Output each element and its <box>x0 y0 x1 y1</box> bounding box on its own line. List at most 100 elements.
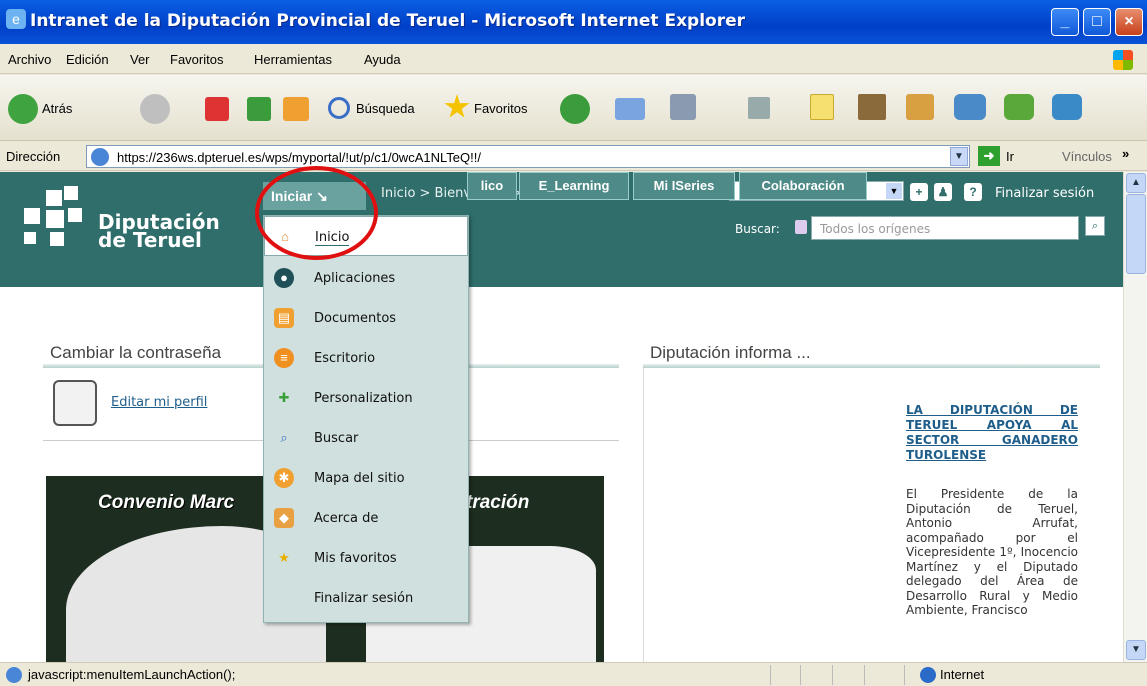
tab-publico[interactable]: lico <box>467 172 517 200</box>
menu-item-finalizar[interactable]: Finalizar sesión <box>264 578 468 618</box>
chevron-down-icon[interactable]: ▼ <box>950 147 968 166</box>
search-icon[interactable] <box>328 97 350 119</box>
contacts-icon[interactable] <box>1052 94 1082 120</box>
tab-colaboracion[interactable]: Colaboración <box>739 172 867 200</box>
favorites-star-icon[interactable] <box>444 94 470 118</box>
menu-ayuda[interactable]: Ayuda <box>364 52 401 67</box>
scroll-up-icon[interactable]: ▲ <box>1126 173 1146 193</box>
people-icon[interactable]: ♟ <box>934 183 952 201</box>
refresh-icon[interactable] <box>247 97 271 121</box>
news-body: El Presidente de la Diputación de Teruel… <box>906 487 1078 617</box>
windows-logo-icon <box>1113 50 1133 70</box>
maximize-button[interactable]: □ <box>1083 8 1111 36</box>
menu-ver[interactable]: Ver <box>130 52 150 67</box>
address-bar: Dirección https://236ws.dpteruel.es/wps/… <box>0 142 1147 171</box>
banner-text-left: Convenio Marc <box>98 492 235 513</box>
internet-globe-icon <box>920 667 936 683</box>
menu-herramientas[interactable]: Herramientas <box>254 52 332 67</box>
menu-item-label: Aplicaciones <box>314 271 396 286</box>
portal-header: Diputación de Teruel Iniciar ↘ Inicio > … <box>0 172 1123 287</box>
tab-mi-iseries[interactable]: Mi ISeries <box>633 172 735 200</box>
go-arrow-icon[interactable]: ➜ <box>978 146 1000 166</box>
menu-item-label: Escritorio <box>314 351 376 366</box>
address-label: Dirección <box>6 149 61 164</box>
news-headline-link[interactable]: LA DIPUTACIÓN DE TERUEL APOYA AL SECTOR … <box>906 403 1078 463</box>
back-arrow-icon[interactable] <box>8 94 38 124</box>
menu-item-buscar[interactable]: ⌕ Buscar <box>264 418 468 458</box>
menu-item-aplicaciones[interactable]: ● Aplicaciones <box>264 258 468 298</box>
menu-item-label: Mapa del sitio <box>314 471 405 486</box>
menu-item-acerca[interactable]: ◆ Acerca de <box>264 498 468 538</box>
favorites-icon: ★ <box>278 550 290 565</box>
logout-link[interactable]: Finalizar sesión <box>995 186 1094 201</box>
stop-icon[interactable] <box>205 97 229 121</box>
chevron-down-icon[interactable]: ▼ <box>886 183 902 199</box>
scroll-down-icon[interactable]: ▼ <box>1126 640 1146 660</box>
close-button[interactable]: × <box>1115 8 1143 36</box>
tab-e-learning[interactable]: E_Learning <box>519 172 629 200</box>
research-icon[interactable] <box>858 94 886 120</box>
history-icon[interactable] <box>560 94 590 124</box>
menu-item-label: Finalizar sesión <box>314 591 414 606</box>
menu-item-favoritos[interactable]: ★ Mis favoritos <box>264 538 468 578</box>
scroll-thumb[interactable] <box>1126 194 1146 274</box>
menu-edicion[interactable]: Edición <box>66 52 109 67</box>
profile-badge-icon <box>53 380 97 426</box>
applications-icon: ● <box>274 268 294 288</box>
zone-label: Internet <box>940 667 985 682</box>
title-bar: e Intranet de la Diputación Provincial d… <box>0 0 1147 44</box>
links-label[interactable]: Vínculos <box>1062 149 1112 164</box>
messenger-icon[interactable] <box>954 94 986 120</box>
menu-favoritos[interactable]: Favoritos <box>170 52 223 67</box>
vertical-scrollbar[interactable]: ▲ ▼ <box>1123 172 1147 662</box>
print-icon[interactable] <box>670 94 696 120</box>
portlet-divider <box>643 364 1100 368</box>
mail-icon[interactable] <box>615 98 645 120</box>
sitemap-icon: ✱ <box>274 468 294 488</box>
search-go-icon[interactable]: ⌕ <box>1085 216 1105 236</box>
search-scope-icon[interactable] <box>795 220 807 234</box>
start-menu: ⌂ Inicio ● Aplicaciones ▤ Documentos ≡ E… <box>263 215 469 623</box>
portlet-title-informa: Diputación informa ... <box>650 343 811 362</box>
plugin-icon[interactable] <box>1004 94 1034 120</box>
highlight-circle <box>255 166 378 260</box>
forward-arrow-icon[interactable] <box>140 94 170 124</box>
logo-mark-icon <box>24 186 84 246</box>
status-bar: javascript:menuItemLaunchAction(); Inter… <box>0 662 1147 686</box>
notes-icon[interactable] <box>810 94 834 120</box>
home-icon[interactable] <box>283 97 309 121</box>
address-input[interactable]: https://236ws.dpteruel.es/wps/myportal/!… <box>86 145 970 168</box>
search-input[interactable]: Todos los orígenes <box>811 216 1079 240</box>
about-icon: ◆ <box>274 508 294 528</box>
toolbar: Atrás Búsqueda Favoritos <box>0 75 1147 141</box>
edit-icon[interactable] <box>748 97 770 119</box>
portlet-title-password: Cambiar la contraseña <box>50 343 222 362</box>
add-icon[interactable]: + <box>910 183 928 201</box>
search-icon: ⌕ <box>280 430 288 445</box>
page-icon <box>91 148 109 166</box>
banner-text-right: tración <box>466 492 530 513</box>
minimize-button[interactable]: _ <box>1051 8 1079 36</box>
personalization-icon: ✚ <box>278 390 290 405</box>
edit-profile-link[interactable]: Editar mi perfil <box>111 395 207 410</box>
menu-item-label: Personalization <box>314 391 413 406</box>
logo-line2: de Teruel <box>98 228 202 252</box>
menu-item-label: Buscar <box>314 431 359 446</box>
menu-item-mapa[interactable]: ✱ Mapa del sitio <box>264 458 468 498</box>
back-button[interactable]: Atrás <box>42 101 72 116</box>
menu-item-escritorio[interactable]: ≡ Escritorio <box>264 338 468 378</box>
menu-bar: Archivo Edición Ver Favoritos Herramient… <box>0 44 1147 74</box>
search-button[interactable]: Búsqueda <box>356 101 415 116</box>
status-text: javascript:menuItemLaunchAction(); <box>28 667 236 682</box>
favorites-button[interactable]: Favoritos <box>474 101 527 116</box>
menu-item-documentos[interactable]: ▤ Documentos <box>264 298 468 338</box>
page-status-icon <box>6 667 22 683</box>
help-icon[interactable]: ? <box>964 183 982 201</box>
menu-archivo[interactable]: Archivo <box>8 52 51 67</box>
menu-item-personalization[interactable]: ✚ Personalization <box>264 378 468 418</box>
package-icon[interactable] <box>906 94 934 120</box>
links-more[interactable]: » <box>1122 146 1129 161</box>
address-url: https://236ws.dpteruel.es/wps/myportal/!… <box>117 150 481 165</box>
page-content: Diputación de Teruel Iniciar ↘ Inicio > … <box>0 172 1123 662</box>
go-button[interactable]: Ir <box>1006 149 1014 164</box>
